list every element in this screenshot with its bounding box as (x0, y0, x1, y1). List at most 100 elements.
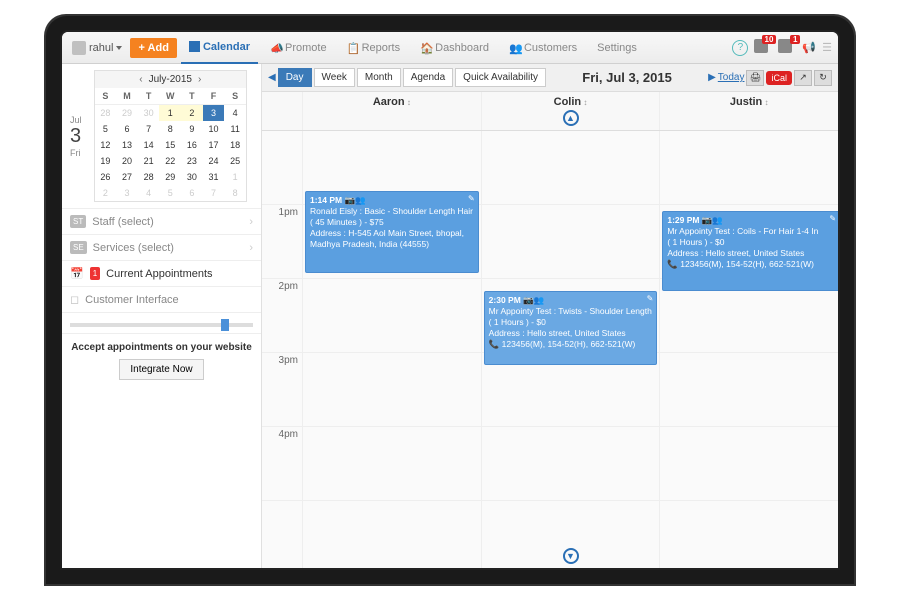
sidebar-customer-interface[interactable]: ◻ Customer Interface (62, 286, 261, 312)
nav-dashboard[interactable]: 🏠 Dashboard (412, 32, 497, 64)
cal-day[interactable]: 5 (95, 121, 117, 137)
cal-day[interactable]: 6 (181, 185, 203, 201)
cal-day[interactable]: 13 (116, 137, 138, 153)
ical-button[interactable]: iCal (766, 71, 792, 85)
slider-handle[interactable] (221, 319, 229, 331)
view-agenda[interactable]: Agenda (403, 68, 453, 87)
cal-day[interactable]: 28 (138, 169, 160, 185)
edit-icon[interactable]: ✎ (468, 194, 475, 204)
nav-customers[interactable]: 👥 Customers (501, 32, 585, 64)
view-week[interactable]: Week (314, 68, 355, 87)
cal-day[interactable]: 6 (116, 121, 138, 137)
edit-icon[interactable]: ✎ (829, 214, 836, 224)
help-icon[interactable]: ? (732, 40, 748, 56)
cal-day[interactable]: 10 (203, 121, 225, 137)
cal-day[interactable]: 1 (159, 105, 181, 122)
scroll-down-icon[interactable]: ▼ (563, 548, 579, 564)
appointment-a3[interactable]: ✎ 1:29 PM 📷👥 Mr Appointy Test : Coils - … (662, 211, 838, 291)
prev-month[interactable]: ‹ (139, 74, 142, 85)
today-link[interactable]: Today (718, 72, 745, 83)
cal-day[interactable]: 2 (181, 105, 203, 122)
cal-day[interactable]: 3 (116, 185, 138, 201)
day-col-colin[interactable]: ✎ 2:30 PM 📷👥 Mr Appointy Test : Twists -… (481, 131, 660, 568)
nav-label: Calendar (203, 41, 250, 53)
cal-day[interactable]: 27 (116, 169, 138, 185)
cal-day[interactable]: 18 (224, 137, 246, 153)
view-month[interactable]: Month (357, 68, 401, 87)
menu-icon[interactable]: ☰ (822, 41, 832, 54)
view-quick[interactable]: Quick Availability (455, 68, 546, 87)
scroll-up-icon[interactable]: ▲ (563, 110, 579, 126)
notif-2[interactable]: 1 (778, 39, 796, 57)
cal-day[interactable]: 7 (203, 185, 225, 201)
sidebar-current-appts[interactable]: 📅 1 Current Appointments (62, 260, 261, 286)
cal-day[interactable]: 14 (138, 137, 160, 153)
topbar: rahul + Add Calendar 📣 Promote 📋 Reports… (62, 32, 838, 64)
announce-icon[interactable]: 📢 (802, 41, 816, 54)
cal-day[interactable]: 21 (138, 153, 160, 169)
day-col-aaron[interactable]: ✎ 1:14 PM 📷👥 Ronald Eisly : Basic - Shou… (302, 131, 481, 568)
cal-day[interactable]: 22 (159, 153, 181, 169)
cal-day[interactable]: 29 (159, 169, 181, 185)
prev-day[interactable]: ◀ (268, 72, 276, 83)
cal-day[interactable]: 30 (138, 105, 160, 122)
nav-promote[interactable]: 📣 Promote (262, 32, 335, 64)
notif-1[interactable]: 10 (754, 39, 772, 57)
cal-day[interactable]: 19 (95, 153, 117, 169)
cal-day[interactable]: 4 (138, 185, 160, 201)
next-month[interactable]: › (198, 74, 201, 85)
day-col-justin[interactable]: ✎ 1:29 PM 📷👥 Mr Appointy Test : Coils - … (659, 131, 838, 568)
view-day[interactable]: Day (278, 68, 312, 87)
cal-day[interactable]: 15 (159, 137, 181, 153)
date-day: 3 (70, 125, 82, 148)
integrate-button[interactable]: Integrate Now (119, 359, 203, 380)
cal-day[interactable]: 17 (203, 137, 225, 153)
user-menu[interactable]: rahul (68, 41, 126, 55)
cal-day[interactable]: 8 (159, 121, 181, 137)
main-calendar: ◀ Day Week Month Agenda Quick Availabili… (262, 64, 838, 568)
cal-day[interactable]: 4 (224, 105, 246, 122)
nav-calendar[interactable]: Calendar (181, 32, 258, 64)
cal-day[interactable]: 3 (203, 105, 225, 122)
cal-day[interactable]: 5 (159, 185, 181, 201)
dow-head: M (116, 88, 138, 105)
nav-settings[interactable]: Settings (589, 32, 645, 64)
cal-day[interactable]: 24 (203, 153, 225, 169)
sidebar-services[interactable]: SE Services (select) › (62, 234, 261, 260)
cal-day[interactable]: 28 (95, 105, 117, 122)
appointment-a1[interactable]: ✎ 1:14 PM 📷👥 Ronald Eisly : Basic - Shou… (305, 191, 479, 273)
date-dow: Fri (70, 148, 82, 158)
cal-day[interactable]: 1 (224, 169, 246, 185)
print-icon[interactable]: 🖨 (746, 70, 764, 86)
sidebar-label: Customer Interface (85, 294, 179, 306)
sidebar-staff[interactable]: ST Staff (select) › (62, 208, 261, 234)
cal-day[interactable]: 25 (224, 153, 246, 169)
appointment-a2[interactable]: ✎ 2:30 PM 📷👥 Mr Appointy Test : Twists -… (484, 291, 658, 365)
cal-day[interactable]: 12 (95, 137, 117, 153)
cal-day[interactable]: 30 (181, 169, 203, 185)
dashboard-icon: 🏠 (420, 42, 432, 54)
cal-day[interactable]: 2 (95, 185, 117, 201)
cal-day[interactable]: 11 (224, 121, 246, 137)
next-day[interactable]: ▶ (708, 72, 716, 83)
sidebar-slider[interactable] (62, 312, 261, 333)
expand-icon[interactable]: ↗ (794, 70, 812, 86)
cal-day[interactable]: 16 (181, 137, 203, 153)
cal-day[interactable]: 29 (116, 105, 138, 122)
edit-icon[interactable]: ✎ (647, 294, 654, 304)
cal-day[interactable]: 8 (224, 185, 246, 201)
refresh-icon[interactable]: ↻ (814, 70, 832, 86)
nav-reports[interactable]: 📋 Reports (339, 32, 409, 64)
cal-day[interactable]: 26 (95, 169, 117, 185)
cal-day[interactable]: 31 (203, 169, 225, 185)
calendar-icon (189, 41, 200, 52)
add-button[interactable]: + Add (130, 38, 176, 58)
cal-day[interactable]: 20 (116, 153, 138, 169)
cal-day[interactable]: 23 (181, 153, 203, 169)
cal-day[interactable]: 7 (138, 121, 160, 137)
cal-day[interactable]: 9 (181, 121, 203, 137)
current-date: Jul 3 Fri ‹ July-2015 › SMTWTFS 28293012… (62, 64, 261, 208)
time-label (262, 131, 302, 205)
dow-head: S (224, 88, 246, 105)
dow-head: S (95, 88, 117, 105)
